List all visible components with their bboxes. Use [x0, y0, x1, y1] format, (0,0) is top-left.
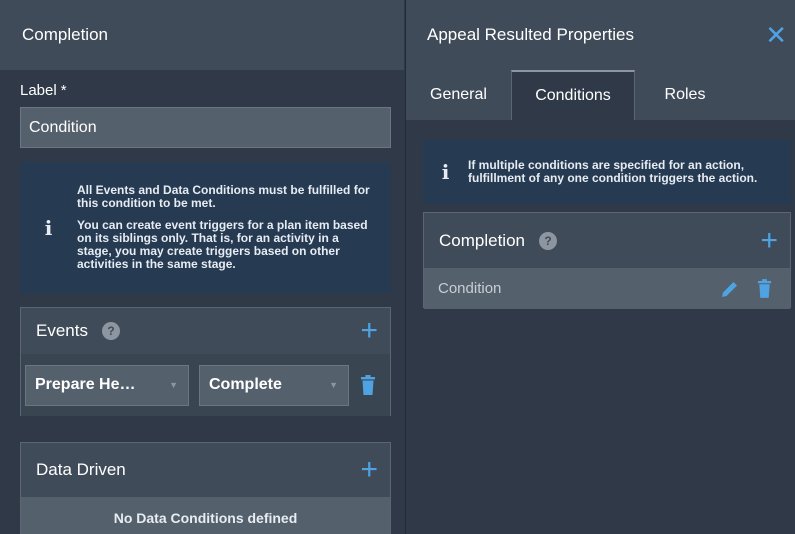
- tab-bar: General Conditions Roles: [406, 70, 795, 120]
- info-paragraph: You can create event triggers for a plan…: [77, 218, 368, 271]
- panel-title: Completion: [0, 0, 404, 70]
- info-icon: i: [44, 215, 53, 240]
- event-type-value: Complete: [209, 376, 282, 393]
- events-title: Events: [36, 321, 88, 340]
- label-input[interactable]: [20, 107, 391, 148]
- completion-panel: Completion Label* i All Events and Data …: [0, 0, 404, 534]
- events-header: Events ? +: [21, 308, 390, 354]
- add-data-condition-button[interactable]: +: [360, 455, 378, 485]
- tab-general[interactable]: General: [406, 70, 511, 120]
- tab-conditions[interactable]: Conditions: [511, 70, 635, 120]
- help-icon[interactable]: ?: [101, 322, 120, 340]
- label-field-label: Label *: [20, 82, 404, 99]
- info-text: If multiple conditions are specified for…: [468, 158, 758, 185]
- condition-row[interactable]: Condition: [424, 268, 790, 309]
- completion-title: Completion: [439, 230, 525, 250]
- empty-message: No Data Conditions defined: [21, 497, 390, 534]
- label-text: Label: [20, 82, 57, 99]
- data-driven-title: Data Driven: [36, 460, 126, 479]
- info-box: i If multiple conditions are specified f…: [423, 140, 791, 204]
- plan-item-dropdown[interactable]: Prepare He… ▼: [25, 364, 189, 406]
- completion-section: Completion ? + Condition: [423, 212, 791, 309]
- add-event-button[interactable]: +: [360, 316, 378, 346]
- event-type-dropdown[interactable]: Complete ▼: [199, 364, 349, 406]
- completion-header: Completion ? +: [424, 213, 790, 268]
- data-driven-header: Data Driven +: [21, 443, 390, 497]
- data-driven-section: Data Driven + No Data Conditions defined: [20, 442, 391, 534]
- events-section: Events ? + Prepare He… ▼ Complete ▼: [20, 307, 391, 416]
- help-icon[interactable]: ?: [539, 231, 557, 250]
- properties-header: Appeal Resulted Properties ✕: [406, 0, 795, 70]
- close-icon[interactable]: ✕: [765, 22, 787, 48]
- chevron-down-icon: ▼: [329, 380, 338, 390]
- condition-label: Condition: [438, 280, 502, 297]
- required-mark: *: [60, 82, 67, 99]
- info-icon: i: [441, 160, 450, 184]
- plan-item-value: Prepare He…: [35, 376, 136, 393]
- trash-icon[interactable]: [360, 375, 376, 395]
- info-paragraph: All Events and Data Conditions must be f…: [77, 183, 370, 210]
- trash-icon[interactable]: [757, 279, 772, 298]
- pencil-icon[interactable]: [721, 280, 739, 298]
- event-row: Prepare He… ▼ Complete ▼: [21, 354, 390, 416]
- add-condition-button[interactable]: +: [760, 225, 778, 256]
- row-actions: [721, 279, 772, 298]
- chevron-down-icon: ▼: [169, 380, 178, 390]
- properties-title: Appeal Resulted Properties: [427, 25, 634, 44]
- tab-roles[interactable]: Roles: [635, 70, 735, 120]
- properties-panel: Appeal Resulted Properties ✕ General Con…: [405, 0, 795, 534]
- info-box: i All Events and Data Conditions must be…: [20, 162, 391, 293]
- info-text: All Events and Data Conditions must be f…: [77, 184, 373, 271]
